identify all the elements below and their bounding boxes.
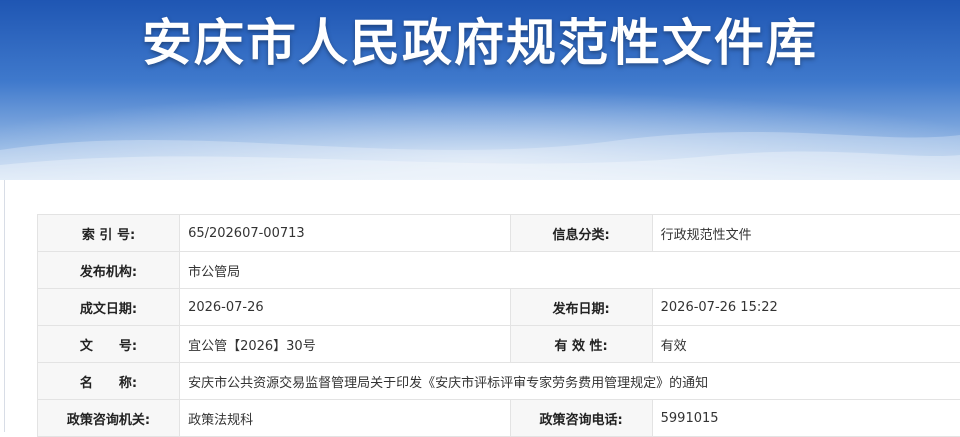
consult-phone-label: 政策咨询电话: [510,400,652,437]
doc-number-value: 宜公管【2026】30号 [180,326,511,363]
document-meta-table: 索 引 号: 65/202607-00713 信息分类: 行政规范性文件 发布机… [37,214,960,437]
publisher-value: 市公管局 [180,252,960,289]
table-row: 索 引 号: 65/202607-00713 信息分类: 行政规范性文件 [38,215,960,252]
table-row: 政策咨询机关: 政策法规科 政策咨询电话: 5991015 [38,400,960,437]
publish-date-value: 2026-07-26 15:22 [652,289,960,326]
category-value: 行政规范性文件 [652,215,960,252]
written-date-label: 成文日期: [38,289,180,326]
document-info-panel: 索 引 号: 65/202607-00713 信息分类: 行政规范性文件 发布机… [4,180,960,432]
publisher-label: 发布机构: [38,252,180,289]
table-row: 发布机构: 市公管局 [38,252,960,289]
consult-org-value: 政策法规科 [180,400,511,437]
validity-label: 有 效 性: [510,326,652,363]
consult-org-label: 政策咨询机关: [38,400,180,437]
doc-number-label: 文 号: [38,326,180,363]
table-row: 名 称: 安庆市公共资源交易监督管理局关于印发《安庆市评标评审专家劳务费用管理规… [38,363,960,400]
index-value: 65/202607-00713 [180,215,511,252]
banner-wave-decoration [0,110,960,180]
consult-phone-value: 5991015 [652,400,960,437]
publish-date-label: 发布日期: [510,289,652,326]
page-title: 安庆市人民政府规范性文件库 [0,10,960,76]
validity-value: 有效 [652,326,960,363]
category-label: 信息分类: [510,215,652,252]
table-row: 文 号: 宜公管【2026】30号 有 效 性: 有效 [38,326,960,363]
document-name-value: 安庆市公共资源交易监督管理局关于印发《安庆市评标评审专家劳务费用管理规定》的通知 [180,363,960,400]
name-label: 名 称: [38,363,180,400]
header-banner: 安庆市人民政府规范性文件库 [0,0,960,180]
written-date-value: 2026-07-26 [180,289,511,326]
index-label: 索 引 号: [38,215,180,252]
table-row: 成文日期: 2026-07-26 发布日期: 2026-07-26 15:22 [38,289,960,326]
